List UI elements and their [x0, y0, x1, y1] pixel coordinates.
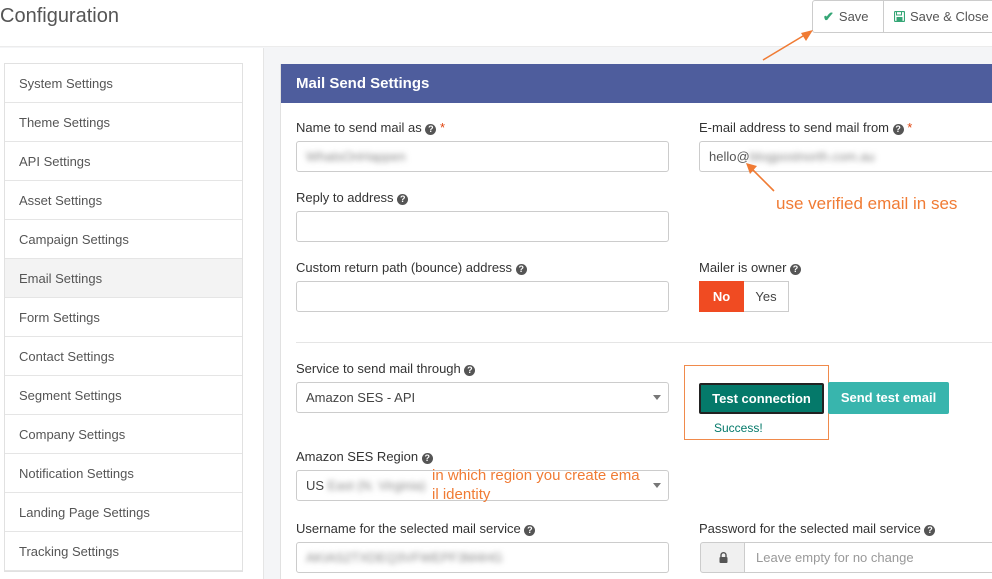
username-label-text: Username for the selected mail service: [296, 521, 521, 536]
mail-send-settings-panel: Mail Send Settings Name to send mail as …: [280, 64, 992, 579]
help-icon[interactable]: ?: [421, 453, 433, 464]
reply-to-label-text: Reply to address: [296, 190, 394, 205]
dropdown-caret-icon: [653, 395, 661, 400]
service-select[interactable]: Amazon SES - API: [296, 382, 669, 413]
from-email-value-blurred: blogpostnorth.com.au: [749, 149, 875, 164]
sidebar-item-asset[interactable]: Asset Settings: [5, 181, 242, 220]
username-label: Username for the selected mail service ?: [296, 521, 536, 536]
mailer-owner-toggle: No Yes: [699, 281, 789, 312]
sidebar-item-form[interactable]: Form Settings: [5, 298, 242, 337]
settings-sidebar: System Settings Theme Settings API Setti…: [0, 48, 264, 579]
required-marker: *: [439, 120, 446, 135]
region-value-blurred: East (N. Virginia): [327, 478, 426, 493]
send-test-email-button[interactable]: Send test email: [828, 382, 949, 414]
mailer-owner-no-button[interactable]: No: [699, 281, 744, 312]
from-name-label-text: Name to send mail as: [296, 120, 422, 135]
connection-status: Success!: [714, 421, 763, 435]
sidebar-item-campaign[interactable]: Campaign Settings: [5, 220, 242, 259]
from-name-label: Name to send mail as ? *: [296, 120, 445, 135]
reply-to-label: Reply to address ?: [296, 190, 409, 205]
save-label: Save: [838, 9, 869, 24]
from-email-input[interactable]: hello@blogpostnorth.com.au: [699, 141, 992, 172]
from-email-label-text: E-mail address to send mail from: [699, 120, 890, 135]
help-icon[interactable]: ?: [397, 194, 409, 205]
annotation-region: in which region you create ema il identi…: [432, 466, 640, 504]
test-connection-button[interactable]: Test connection: [699, 383, 824, 414]
help-icon[interactable]: ?: [425, 124, 437, 135]
region-label-text: Amazon SES Region: [296, 449, 419, 464]
service-label: Service to send mail through ?: [296, 361, 476, 376]
password-label: Password for the selected mail service ?: [699, 521, 936, 536]
sidebar-item-notification[interactable]: Notification Settings: [5, 454, 242, 493]
toolbar: ✔ Save Save & Close: [812, 0, 992, 33]
region-value: US: [306, 478, 328, 493]
service-value: Amazon SES - API: [306, 390, 416, 405]
sidebar-item-api[interactable]: API Settings: [5, 142, 242, 181]
sidebar-item-contact[interactable]: Contact Settings: [5, 337, 242, 376]
lock-icon: [719, 552, 728, 563]
dropdown-caret-icon: [653, 483, 661, 488]
help-icon[interactable]: ?: [515, 264, 527, 275]
username-value: AKIAS2TXDEQ3VFWEPF3M4HG: [306, 550, 503, 565]
username-input[interactable]: AKIAS2TXDEQ3VFWEPF3M4HG: [296, 542, 669, 573]
help-icon[interactable]: ?: [924, 525, 936, 536]
annotation-verified-email: use verified email in ses: [776, 194, 958, 213]
sidebar-item-theme[interactable]: Theme Settings: [5, 103, 242, 142]
from-email-label: E-mail address to send mail from ? *: [699, 120, 912, 135]
mailer-owner-label-text: Mailer is owner: [699, 260, 787, 275]
sidebar-item-landing-page[interactable]: Landing Page Settings: [5, 493, 242, 532]
check-icon: ✔: [823, 8, 834, 24]
annotation-region-line-2: il identity: [432, 486, 491, 503]
password-addon: [700, 542, 745, 573]
section-divider: [296, 342, 992, 343]
annotation-region-line-1: in which region you create ema: [432, 467, 640, 484]
help-icon[interactable]: ?: [464, 365, 476, 376]
required-marker: *: [907, 120, 913, 135]
top-header: Configuration ✔ Save Save & Close: [0, 0, 992, 47]
save-close-label: Save & Close: [910, 9, 989, 24]
panel-title: Mail Send Settings: [281, 64, 992, 103]
mailer-owner-yes-button[interactable]: Yes: [744, 281, 789, 312]
from-email-value: hello@: [709, 149, 750, 164]
region-label: Amazon SES Region ?: [296, 449, 433, 464]
help-icon[interactable]: ?: [892, 124, 904, 135]
save-button[interactable]: ✔ Save: [812, 0, 884, 33]
help-icon[interactable]: ?: [790, 264, 802, 275]
settings-menu: System Settings Theme Settings API Setti…: [4, 63, 243, 572]
mailer-owner-label: Mailer is owner ?: [699, 260, 802, 275]
service-label-text: Service to send mail through: [296, 361, 461, 376]
sidebar-item-email[interactable]: Email Settings: [5, 259, 242, 298]
password-input[interactable]: Leave empty for no change: [744, 542, 992, 573]
sidebar-item-company[interactable]: Company Settings: [5, 415, 242, 454]
return-path-input[interactable]: [296, 281, 669, 312]
sidebar-item-tracking[interactable]: Tracking Settings: [5, 532, 242, 571]
return-path-label-text: Custom return path (bounce) address: [296, 260, 513, 275]
sidebar-item-segment[interactable]: Segment Settings: [5, 376, 242, 415]
return-path-label: Custom return path (bounce) address ?: [296, 260, 527, 275]
from-name-input[interactable]: WhatsOnHappen: [296, 141, 669, 172]
sidebar-item-system[interactable]: System Settings: [5, 64, 242, 103]
password-label-text: Password for the selected mail service: [699, 521, 921, 536]
from-name-value: WhatsOnHappen: [306, 149, 406, 164]
reply-to-input[interactable]: [296, 211, 669, 242]
floppy-disk-icon: [894, 11, 905, 22]
page-title: Configuration: [0, 5, 119, 27]
help-icon[interactable]: ?: [524, 525, 536, 536]
save-close-button[interactable]: Save & Close: [884, 0, 992, 33]
